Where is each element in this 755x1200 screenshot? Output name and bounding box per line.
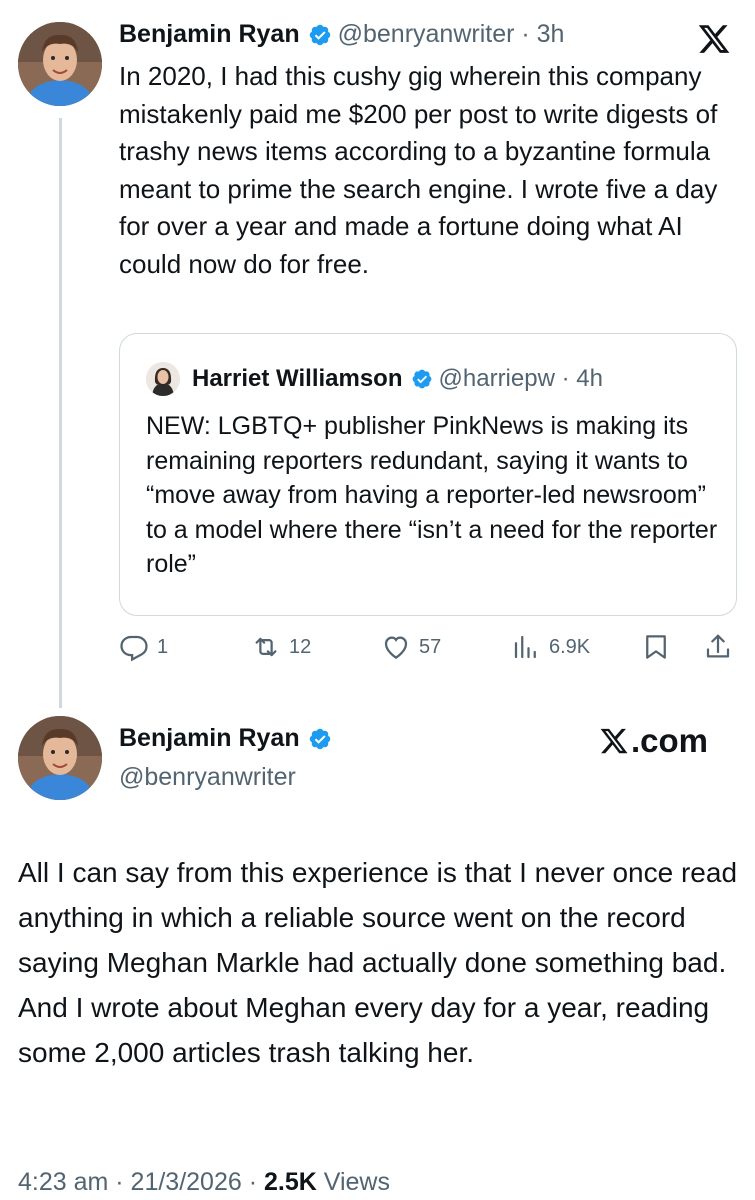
- heart-icon: [384, 636, 408, 659]
- tweet-header: Benjamin Ryan @benryanwriter · 3h: [119, 20, 564, 49]
- share-button[interactable]: [703, 632, 733, 662]
- tweet-action-bar: 1 12 57 6.9K: [119, 632, 739, 668]
- quoted-tweet-text: NEW: LGBTQ+ publisher PinkNews is making…: [146, 412, 718, 578]
- verified-badge-icon: [412, 369, 431, 389]
- tweet-header: Benjamin Ryan: [119, 724, 338, 753]
- bookmark-icon: [646, 635, 666, 659]
- views-button[interactable]: 6.9K: [511, 632, 590, 662]
- profile-photo-icon: [18, 22, 102, 106]
- quoted-tweet-card[interactable]: Harriet Williamson @harriepw · 4h NEW: L…: [119, 333, 737, 616]
- author-name[interactable]: Benjamin Ryan: [119, 724, 300, 753]
- x-logo-icon[interactable]: [696, 22, 732, 56]
- tweet-text: All I can say from this experience is th…: [18, 857, 738, 1068]
- author-name[interactable]: Benjamin Ryan: [119, 20, 300, 49]
- author-handle-time[interactable]: @benryanwriter · 3h: [338, 20, 565, 49]
- verified-badge-icon: [309, 24, 330, 45]
- repost-icon: [255, 637, 277, 657]
- tweet-timestamp[interactable]: 4:23 am · 21/3/2026 ·: [18, 1168, 264, 1196]
- verified-badge-icon: [309, 728, 330, 749]
- views-count: 6.9K: [549, 635, 591, 658]
- author-handle[interactable]: @benryanwriter: [119, 763, 296, 792]
- thread-connector-line: [59, 118, 62, 708]
- tweet-text: In 2020, I had this cushy gig wherein th…: [119, 61, 718, 279]
- repost-button[interactable]: 12: [251, 632, 311, 662]
- reply-count: 1: [157, 635, 169, 658]
- profile-photo-icon: [18, 716, 102, 800]
- quoted-avatar: [146, 362, 180, 396]
- x-com-brand: .com: [599, 722, 708, 760]
- avatar[interactable]: [18, 22, 102, 106]
- quoted-author-handle-time: @harriepw · 4h: [438, 365, 603, 392]
- views-count: 2.5K: [263, 1168, 317, 1196]
- brand-text: .com: [631, 722, 709, 759]
- share-icon: [706, 634, 730, 658]
- profile-photo-icon: [146, 362, 180, 396]
- quoted-tweet-header: Harriet Williamson @harriepw · 4h: [146, 362, 603, 396]
- x-logo-icon: [600, 728, 628, 754]
- bookmark-button[interactable]: [641, 632, 671, 662]
- quoted-author-name: Harriet Williamson: [192, 365, 403, 392]
- reply-icon: [120, 635, 148, 662]
- views-label: Views: [316, 1168, 390, 1196]
- repost-count: 12: [289, 635, 312, 658]
- like-button[interactable]: 57: [381, 632, 441, 662]
- views-chart-icon: [514, 635, 536, 659]
- reply-button[interactable]: 1: [119, 632, 168, 662]
- tweet-meta: 4:23 am · 21/3/2026 · 2.5K Views: [18, 1168, 390, 1197]
- avatar[interactable]: [18, 716, 102, 800]
- like-count: 57: [419, 635, 442, 658]
